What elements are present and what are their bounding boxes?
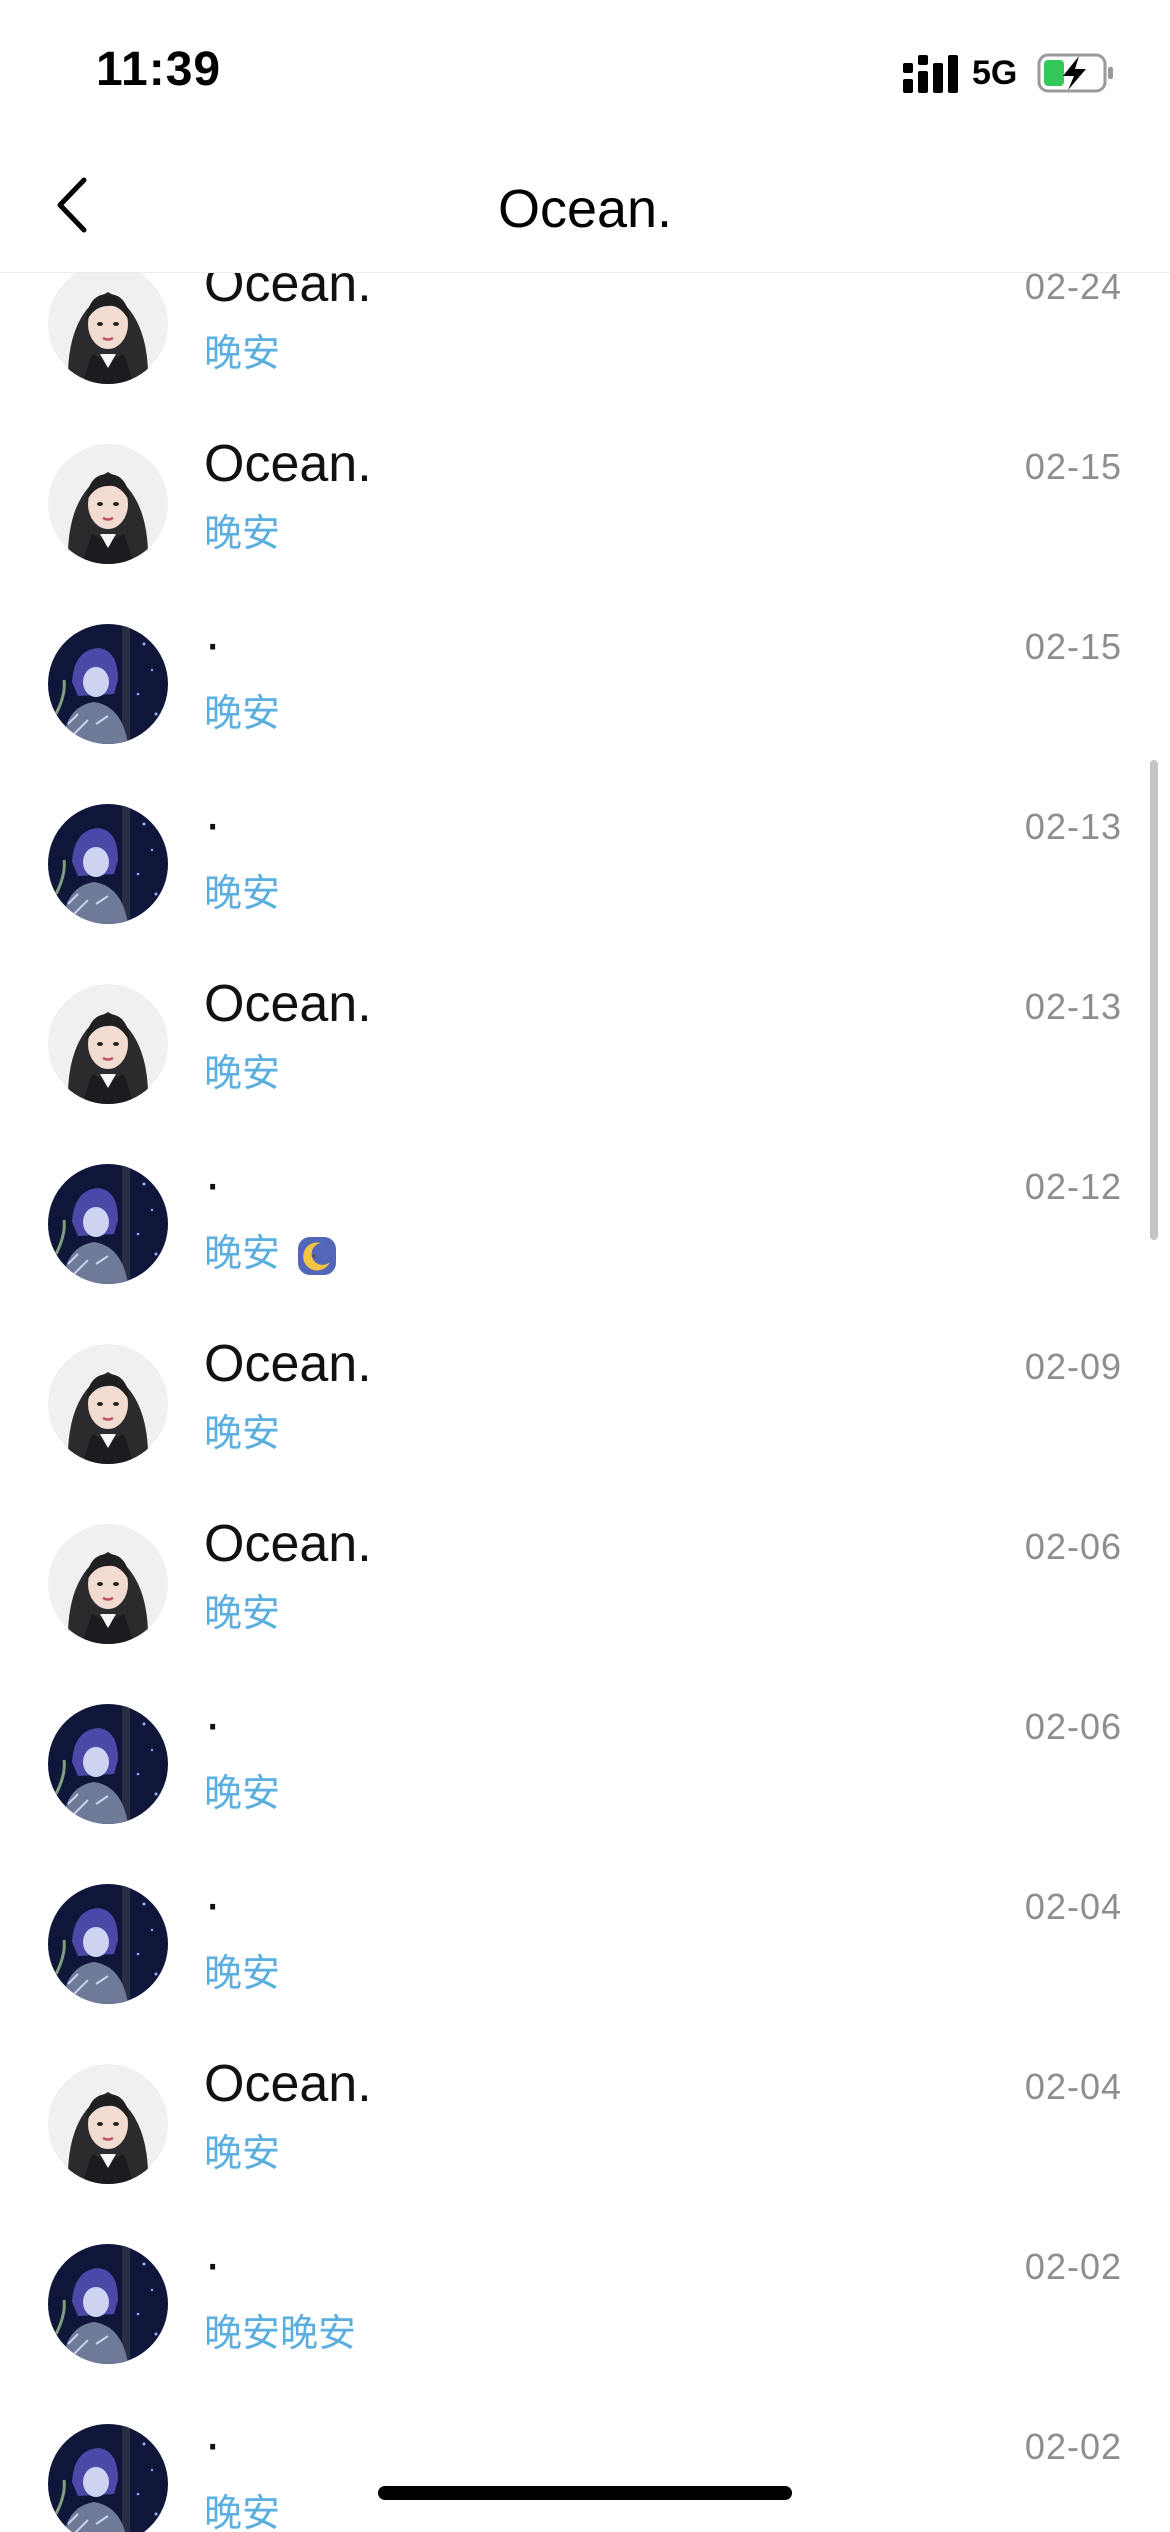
item-message: 晚安 (204, 1942, 280, 1997)
scrollbar[interactable] (1150, 760, 1158, 1240)
item-message-text: 晚安 (204, 1233, 281, 1275)
item-name: Ocean. (204, 435, 372, 493)
item-message-text: 晚安 (204, 333, 281, 375)
item-name: Ocean. (204, 1515, 372, 1573)
item-message-text: 晚安 (204, 1593, 281, 1635)
list-item[interactable]: Ocean. 晚安 02-04 (0, 2054, 1170, 2234)
avatar[interactable] (48, 1164, 168, 1284)
avatar[interactable] (48, 1884, 168, 2004)
item-message: 晚安 (204, 1762, 280, 1817)
item-message-text: 晚安 (204, 2493, 281, 2532)
avatar[interactable] (48, 804, 168, 924)
item-date: 02-15 (1024, 446, 1122, 487)
avatar[interactable] (48, 2064, 168, 2184)
item-message: 晚安 (204, 1402, 280, 1457)
item-message-text: 晚安晚安 (204, 2313, 357, 2355)
list-item[interactable]: Ocean. 晚安 02-24 (0, 272, 1170, 434)
avatar[interactable] (48, 624, 168, 744)
item-name: · (204, 615, 222, 673)
item-message-text: 晚安 (204, 1413, 281, 1455)
message-list: Ocean. 晚安 02-24 Ocean. 晚安 02-15 · 晚安 02-15 · 晚安… (0, 272, 1170, 2532)
item-name: Ocean. (204, 2055, 372, 2113)
avatar[interactable] (48, 272, 168, 384)
status-bar: 11:39 5G (0, 0, 1170, 140)
item-message: 晚安 (204, 502, 280, 557)
status-time: 11:39 (96, 43, 222, 96)
item-message: 晚安 (204, 1582, 280, 1637)
item-message: 晚安 (204, 1042, 280, 1097)
list-item[interactable]: Ocean. 晚安 02-13 (0, 974, 1170, 1154)
item-name: Ocean. (204, 272, 372, 313)
item-message: 晚安 (204, 322, 280, 377)
avatar[interactable] (48, 1704, 168, 1824)
item-date: 02-13 (1024, 986, 1122, 1027)
item-message-text: 晚安 (204, 873, 281, 915)
item-date: 02-12 (1024, 1166, 1122, 1207)
item-message-text: 晚安 (204, 1953, 281, 1995)
item-message-text: 晚安 (204, 513, 281, 555)
list-item[interactable]: · 晚安晚安 02-02 (0, 2234, 1170, 2414)
avatar[interactable] (48, 2244, 168, 2364)
item-name: · (204, 2235, 222, 2293)
item-message: 晚安 (204, 2482, 280, 2532)
list-item[interactable]: · 晚安 02-02 (0, 2414, 1170, 2532)
list-item[interactable]: · 晚安 02-12 (0, 1154, 1170, 1334)
item-message-text: 晚安 (204, 1773, 281, 1815)
list-item[interactable]: · 晚安 02-06 (0, 1694, 1170, 1874)
item-name: Ocean. (204, 975, 372, 1033)
item-date: 02-13 (1024, 806, 1122, 847)
list-item[interactable]: · 晚安 02-15 (0, 614, 1170, 794)
item-message: 晚安 (204, 1222, 337, 1277)
item-name: · (204, 2415, 222, 2473)
item-message: 晚安晚安 (204, 2302, 356, 2357)
item-name: · (204, 1875, 222, 1933)
item-date: 02-06 (1024, 1526, 1122, 1567)
home-indicator[interactable] (378, 2486, 792, 2500)
network-type: 5G (972, 54, 1018, 92)
item-date: 02-06 (1024, 1706, 1122, 1747)
item-name: · (204, 795, 222, 853)
item-name: · (204, 1695, 222, 1753)
signal-icon (903, 55, 958, 93)
item-message-text: 晚安 (204, 693, 281, 735)
avatar[interactable] (48, 984, 168, 1104)
avatar[interactable] (48, 1524, 168, 1644)
avatar[interactable] (48, 1344, 168, 1464)
item-date: 02-24 (1024, 272, 1122, 307)
item-message: 晚安 (204, 2122, 280, 2177)
list-item[interactable]: · 晚安 02-04 (0, 1874, 1170, 2054)
nav-bar: Ocean. (0, 140, 1170, 273)
item-message: 晚安 (204, 682, 280, 737)
avatar[interactable] (48, 2424, 168, 2532)
item-message-text: 晚安 (204, 1053, 281, 1095)
item-date: 02-04 (1024, 1886, 1122, 1927)
avatar[interactable] (48, 444, 168, 564)
crescent-moon-emoji-icon (297, 1236, 336, 1275)
item-date: 02-02 (1024, 2426, 1122, 2467)
item-date: 02-15 (1024, 626, 1122, 667)
list-item[interactable]: Ocean. 晚安 02-15 (0, 434, 1170, 614)
item-message-text: 晚安 (204, 2133, 281, 2175)
list-item[interactable]: Ocean. 晚安 02-06 (0, 1514, 1170, 1694)
battery-charging-icon (1037, 53, 1113, 93)
item-name: · (204, 1155, 222, 1213)
list-item[interactable]: Ocean. 晚安 02-09 (0, 1334, 1170, 1514)
item-message: 晚安 (204, 862, 280, 917)
page-title: Ocean. (497, 179, 673, 239)
item-date: 02-04 (1024, 2066, 1122, 2107)
item-date: 02-09 (1024, 1346, 1122, 1387)
item-name: Ocean. (204, 1335, 372, 1393)
item-date: 02-02 (1024, 2246, 1122, 2287)
list-item[interactable]: · 晚安 02-13 (0, 794, 1170, 974)
